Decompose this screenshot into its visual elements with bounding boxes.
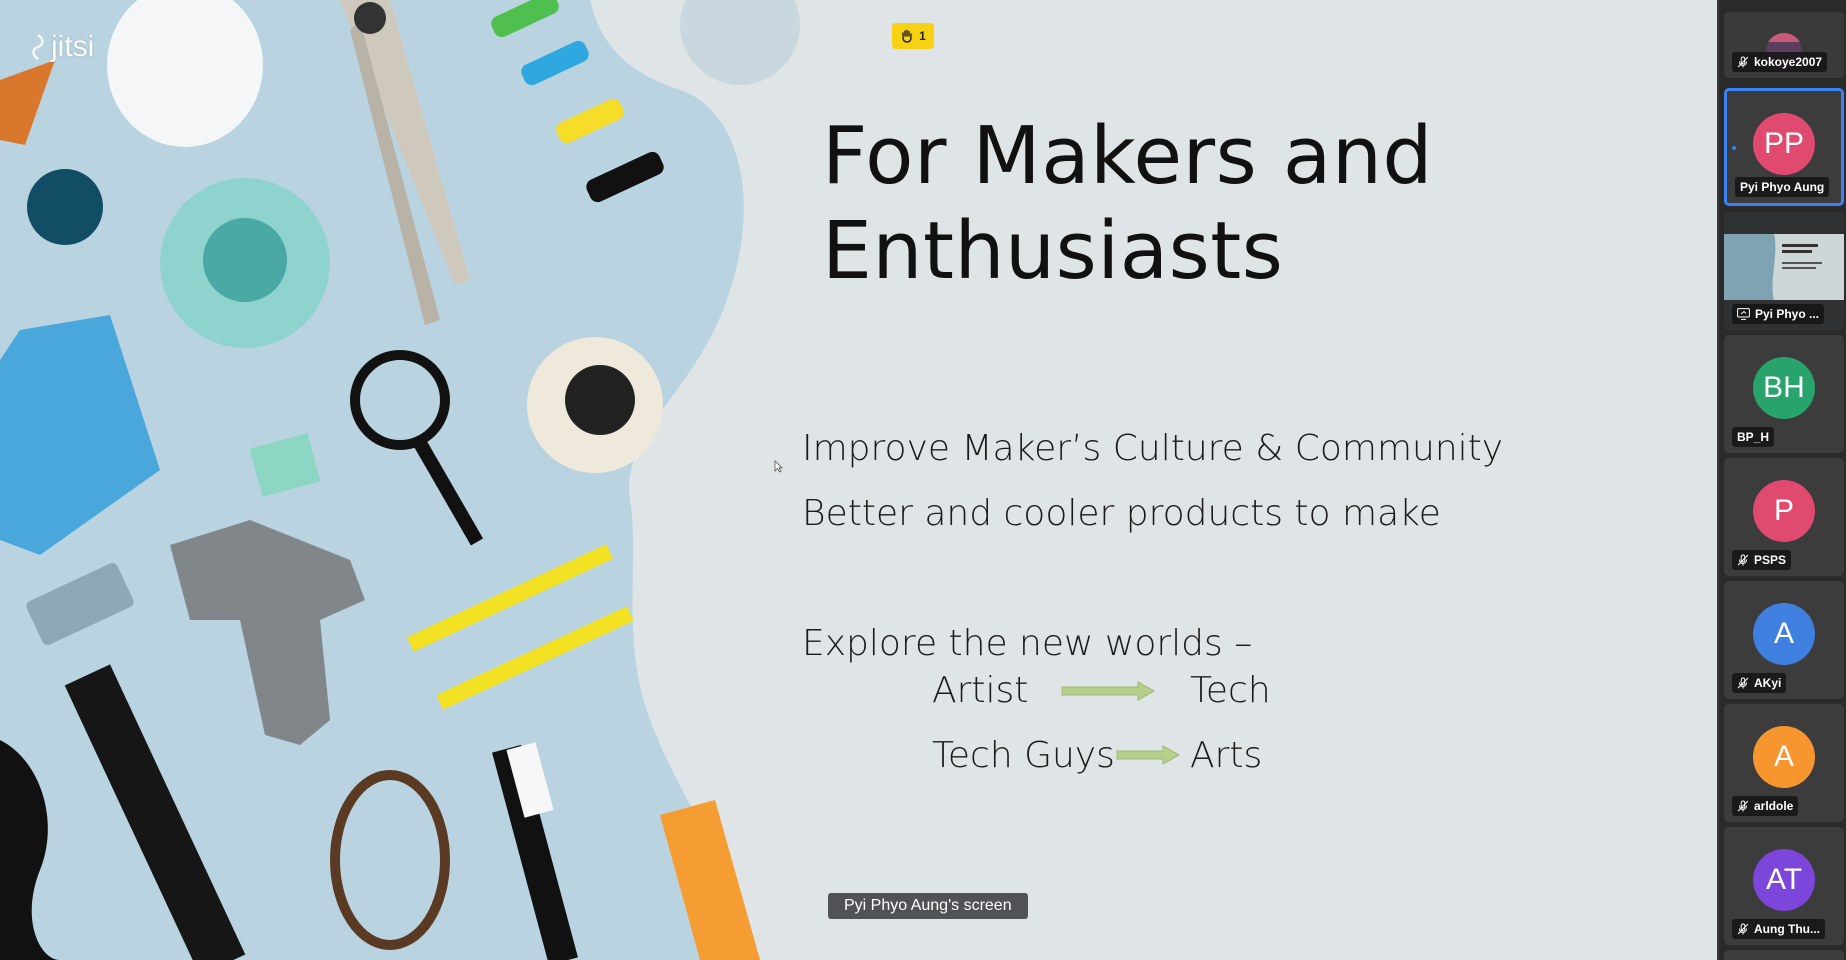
active-dot (1732, 146, 1736, 150)
mic-off-icon (1737, 554, 1749, 566)
arrow-right-icon (1116, 745, 1181, 765)
mic-off-icon (1737, 923, 1749, 935)
participant-tile-aung-thu[interactable]: AT Aung Thu... (1724, 827, 1844, 945)
mouse-pointer-icon (774, 460, 783, 473)
participant-tile-kokoye2007[interactable]: kokoye2007 (1724, 12, 1844, 78)
slide-row2-left: Tech Guys (932, 735, 1115, 776)
jitsi-logo-text: jitsi (51, 30, 95, 63)
participant-name-tag: arldole (1732, 796, 1799, 816)
participant-name-tag: Pyi Phyo Aung (1735, 177, 1830, 197)
participant-name: arldole (1754, 799, 1794, 813)
participant-name-tag: AKyi (1732, 673, 1787, 693)
slide-row2-right: Arts (1190, 735, 1263, 776)
mic-off-icon (1737, 800, 1749, 812)
mic-off-icon (1737, 56, 1749, 68)
participant-name-tag: PSPS (1732, 550, 1792, 570)
participant-name: PSPS (1754, 553, 1787, 567)
participant-name: BP_H (1737, 430, 1770, 444)
avatar: BH (1753, 357, 1815, 419)
participant-tile-psps[interactable]: P PSPS (1724, 458, 1844, 576)
participants-filmstrip[interactable]: kokoye2007 PP Pyi Phyo Aung Pyi Phyo ...… (1717, 0, 1846, 960)
participant-tile-akyi[interactable]: A AKyi (1724, 581, 1844, 699)
participant-name: AKyi (1754, 676, 1782, 690)
participant-name-tag: BP_H (1732, 427, 1775, 447)
slide-row1-left: Artist (932, 670, 1029, 711)
participant-name: Aung Thu... (1754, 922, 1820, 936)
mic-off-icon (1737, 677, 1749, 689)
slide-title-line-1: For Makers and (822, 110, 1434, 202)
slide-title-line-2: Enthusiasts (822, 205, 1284, 297)
participant-tile-arldole[interactable]: A arldole (1724, 704, 1844, 822)
screen-share-label: Pyi Phyo Aung's screen (828, 893, 1028, 919)
participant-name: Pyi Phyo Aung (1740, 180, 1825, 194)
avatar: AT (1753, 849, 1815, 911)
participant-name: Pyi Phyo ... (1755, 307, 1820, 321)
avatar: PP (1753, 113, 1815, 175)
raised-hand-icon (902, 29, 912, 43)
participant-name-tag: Aung Thu... (1732, 919, 1825, 939)
avatar: A (1753, 726, 1815, 788)
screen-share-icon (1737, 308, 1750, 320)
participant-name: kokoye2007 (1754, 55, 1823, 69)
participant-name-tag: kokoye2007 (1732, 52, 1828, 72)
raised-hands-count: 1 (919, 29, 926, 43)
filmstrip-next-tile-edge (1724, 950, 1844, 960)
participant-tile-screenshare[interactable]: Pyi Phyo ... (1724, 212, 1844, 330)
jitsi-logo[interactable]: jitsi (28, 30, 94, 64)
slide-explore-text: Explore the new worlds – (802, 623, 1253, 664)
avatar: A (1753, 603, 1815, 665)
jitsi-logo-icon (32, 34, 44, 60)
avatar: P (1753, 480, 1815, 542)
participant-tile-bp-h[interactable]: BH BP_H (1724, 335, 1844, 453)
slide-row1-right: Tech (1190, 670, 1271, 711)
slide-bullet-2: Better and cooler products to make (802, 493, 1441, 534)
participant-tile-pyi-phyo-aung[interactable]: PP Pyi Phyo Aung (1724, 88, 1844, 206)
participant-name-tag: Pyi Phyo ... (1732, 304, 1825, 324)
shared-screen-stage[interactable]: jitsi 1 For Makers and Enthusiasts Impro… (0, 0, 1717, 960)
slide-bullet-1: Improve Maker’s Culture & Community (802, 428, 1504, 469)
raised-hands-badge[interactable]: 1 (892, 23, 934, 49)
arrow-right-icon (1061, 681, 1156, 701)
